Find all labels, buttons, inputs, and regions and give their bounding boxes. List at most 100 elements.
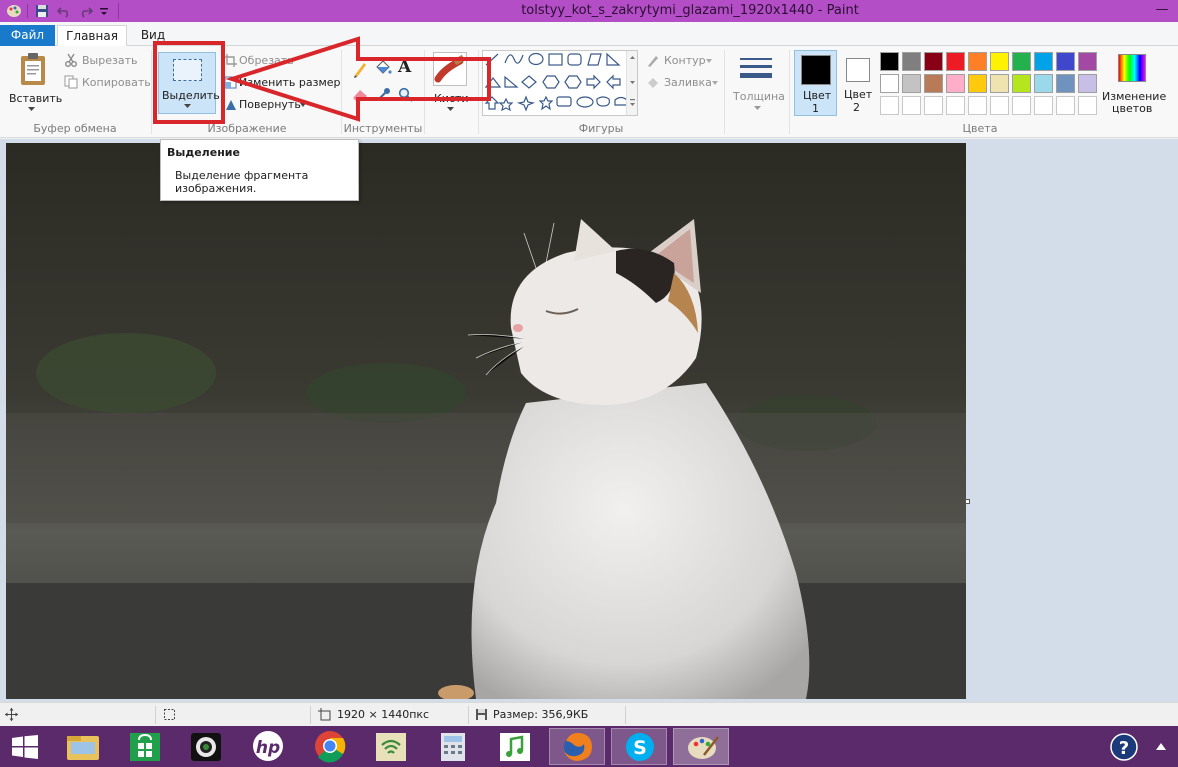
palette-swatch[interactable] (946, 52, 965, 71)
taskbar-calculator[interactable] (425, 728, 481, 765)
taskbar-wifi[interactable] (363, 728, 419, 765)
shapes-group-label: Фигуры (578, 122, 624, 135)
taskbar-firefox[interactable] (549, 728, 605, 765)
palette-swatch[interactable] (968, 74, 987, 93)
minimize-button[interactable]: — (1150, 2, 1174, 20)
palette-swatch[interactable] (946, 74, 965, 93)
palette-swatch-custom[interactable] (880, 96, 899, 115)
palette-swatch-custom[interactable] (902, 96, 921, 115)
palette-swatch-custom[interactable] (1056, 96, 1075, 115)
text-tool-icon[interactable]: A (398, 57, 411, 77)
palette-swatch-custom[interactable] (946, 96, 965, 115)
crop-button[interactable]: Обрезать (222, 52, 302, 70)
resize-handle-right[interactable] (965, 499, 970, 504)
undo-icon[interactable] (57, 4, 71, 18)
taskbar-store[interactable] (117, 728, 173, 765)
fill-bucket-icon[interactable] (374, 58, 392, 76)
resize-button[interactable]: Изменить размер (222, 74, 341, 92)
size-button[interactable]: Толщина (730, 50, 786, 116)
taskbar-skype[interactable]: S (611, 728, 667, 765)
palette-swatch-custom[interactable] (1078, 96, 1097, 115)
right-triangle-shape-icon (504, 75, 519, 88)
chevron-down-icon (706, 59, 712, 63)
palette-swatch[interactable] (1034, 52, 1053, 71)
gallery-scroll[interactable] (626, 51, 637, 115)
color2-label: Цвет (844, 88, 873, 101)
five-point-star-shape-icon (538, 95, 554, 111)
windows-start-icon[interactable] (12, 735, 38, 759)
palette-swatch[interactable] (924, 74, 943, 93)
paint-app-icon[interactable] (6, 4, 22, 18)
palette-swatch[interactable] (880, 74, 899, 93)
magnifier-icon[interactable] (398, 87, 413, 102)
cut-button[interactable]: Вырезать (62, 52, 142, 70)
tab-view[interactable]: Вид (133, 25, 173, 46)
fill-icon (648, 78, 658, 88)
taskbar-music[interactable] (487, 728, 543, 765)
outline-button[interactable]: Контур (644, 52, 720, 70)
palette-swatch-custom[interactable] (924, 96, 943, 115)
paste-button[interactable]: Вставить (4, 50, 63, 114)
palette-swatch[interactable] (1078, 52, 1097, 71)
brushes-button[interactable]: Кисти (428, 50, 474, 116)
palette-swatch-custom[interactable] (1012, 96, 1031, 115)
canvas-workspace[interactable] (0, 139, 1178, 702)
oval-shape-icon (528, 52, 544, 66)
canvas-image[interactable] (6, 143, 966, 699)
taskbar-hp[interactable]: hp (240, 728, 296, 765)
palette-swatch[interactable] (1056, 52, 1075, 71)
palette-swatch[interactable] (902, 74, 921, 93)
pencil-icon[interactable] (352, 60, 368, 78)
color1-label: Цвет (803, 89, 832, 102)
disk-icon (476, 709, 487, 720)
arrow-up-shape-icon (484, 96, 500, 110)
color1-button[interactable]: Цвет 1 (794, 50, 837, 116)
palette-swatch[interactable] (924, 52, 943, 71)
color2-swatch (846, 58, 870, 82)
palette-swatch[interactable] (1012, 74, 1031, 93)
help-icon[interactable]: ? (1110, 733, 1138, 761)
select-tooltip: Выделение Выделение фрагмента изображени… (160, 139, 359, 201)
copy-button[interactable]: Копировать (62, 74, 152, 92)
palette-swatch[interactable] (990, 52, 1009, 71)
image-size-icon (318, 708, 331, 721)
palette-swatch-custom[interactable] (990, 96, 1009, 115)
chevron-up-icon[interactable] (1156, 743, 1166, 750)
eraser-icon[interactable] (352, 88, 368, 102)
svg-text:S: S (633, 737, 647, 759)
taskbar-paint[interactable] (673, 728, 729, 765)
customize-qat-icon[interactable] (99, 4, 109, 18)
palette-swatch[interactable] (1034, 74, 1053, 93)
color2-button[interactable]: Цвет 2 (838, 50, 878, 116)
shapes-gallery[interactable] (482, 50, 638, 116)
ribbon: Вставить Вырезать Копировать Буфер обмен… (0, 46, 1178, 138)
taskbar-webcam[interactable] (178, 728, 234, 765)
fill-button[interactable]: Заливка (644, 74, 720, 92)
palette-swatch[interactable] (968, 52, 987, 71)
palette-swatch-custom[interactable] (968, 96, 987, 115)
paste-label: Вставить (9, 92, 63, 105)
tab-home[interactable]: Главная (57, 25, 127, 46)
rectangle-shape-icon (548, 53, 563, 66)
music-icon (500, 733, 530, 761)
oval-callout-shape-icon (576, 96, 594, 108)
select-button[interactable]: Выделить (158, 52, 220, 114)
tab-file[interactable]: Файл (0, 25, 55, 46)
edit-colors-button[interactable]: Изменение цветов (1100, 50, 1166, 116)
palette-swatch[interactable] (902, 52, 921, 71)
color1-swatch (801, 55, 831, 85)
save-icon[interactable] (35, 4, 49, 18)
palette-swatch[interactable] (880, 52, 899, 71)
palette-swatch-custom[interactable] (1034, 96, 1053, 115)
redo-icon[interactable] (79, 4, 93, 18)
rotate-button[interactable]: Повернуть (222, 96, 322, 114)
store-icon (130, 733, 160, 761)
palette-swatch[interactable] (1078, 74, 1097, 93)
taskbar-explorer[interactable] (55, 728, 111, 765)
palette-swatch[interactable] (1012, 52, 1031, 71)
palette-swatch[interactable] (990, 74, 1009, 93)
outline-icon (648, 56, 658, 67)
palette-swatch[interactable] (1056, 74, 1075, 93)
taskbar-chrome[interactable] (302, 728, 358, 765)
color-picker-icon[interactable] (376, 87, 391, 102)
